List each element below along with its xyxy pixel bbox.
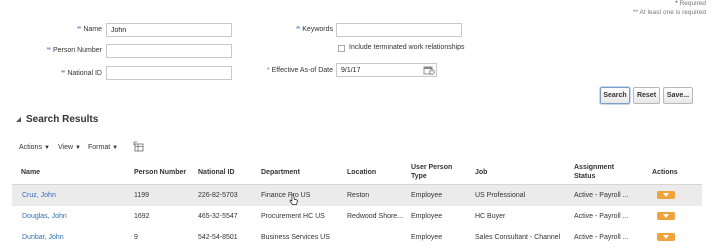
at-least-one-note: ** At least one is required [633,9,706,16]
format-menu[interactable]: Format ▼ [88,144,118,151]
person-name-link[interactable]: Cruz, John [22,185,56,206]
view-menu[interactable]: View ▼ [58,144,81,151]
person-name-link[interactable]: Dunbar, John [22,227,64,248]
person-number-cell: 1692 [134,213,150,220]
keywords-required-marker: ** [295,26,301,33]
column-header-user-person-type[interactable]: User Person Type [411,163,466,181]
name-input[interactable] [106,23,232,37]
table-row[interactable]: Dunbar, John 9 542-54-8501 Business Serv… [12,227,702,248]
column-header-name[interactable]: Name [21,168,40,177]
row-actions-menu-icon[interactable] [657,212,675,220]
table-row[interactable]: Cruz, John 1199 226-82-5703 Finance Pro … [12,184,702,207]
user-person-type-cell: Employee [411,192,443,199]
job-cell: Sales Consultant - Channel [475,234,561,241]
national-id-input[interactable] [106,66,232,80]
effective-date-label: * Effective As-of Date [266,67,333,74]
effective-date-input[interactable] [336,63,437,77]
column-header-national-id[interactable]: National ID [198,168,235,177]
column-header-person-number[interactable]: Person Number [134,168,186,177]
person-number-input[interactable] [106,44,232,58]
column-header-department[interactable]: Department [261,168,300,177]
calendar-icon[interactable] [423,65,435,75]
required-note: * Required [675,0,706,8]
include-terminated-label: Include terminated work relationships [349,44,465,51]
assignment-status-cell: Active - Payroll ... [574,234,629,241]
mouse-pointer-icon [289,194,299,206]
name-label: ** Name [76,26,102,33]
job-cell: US Professional [475,192,526,199]
reset-button[interactable]: Reset [633,87,660,104]
chevron-down-icon: ▼ [112,145,119,151]
required-text: Required [679,0,706,7]
department-cell: Finance Pro US [261,192,311,199]
national-id-cell: 226-82-5703 [198,192,238,199]
save-button[interactable]: Save... [663,87,693,104]
department-cell: Business Services US [261,234,330,241]
national-id-cell: 542-54-8501 [198,234,238,241]
keywords-label: ** Keywords [295,26,333,33]
detach-table-icon[interactable] [133,141,145,152]
national-id-cell: 465-32-5547 [198,213,238,220]
person-number-label: ** Person Number [46,47,102,54]
person-name-link[interactable]: Douglas, John [22,206,67,227]
include-terminated-checkbox[interactable] [338,45,345,52]
column-header-assignment-status[interactable]: Assignment Status [574,163,624,181]
location-cell: Redwood Shore... [347,213,404,220]
row-actions-menu-icon[interactable] [657,191,675,199]
job-cell: HC Buyer [475,213,506,220]
collapse-triangle-icon[interactable] [16,117,22,123]
person-number-cell: 1199 [134,192,150,199]
required-star: * [675,0,678,7]
assignment-status-cell: Active - Payroll ... [574,213,629,220]
person-number-required-marker: ** [46,47,52,54]
actions-menu[interactable]: Actions ▼ [19,144,50,151]
column-header-location[interactable]: Location [347,168,376,177]
chevron-down-icon: ▼ [75,145,81,151]
column-header-job[interactable]: Job [475,168,487,177]
chevron-down-icon: ▼ [43,145,50,151]
person-number-cell: 9 [134,234,138,241]
user-person-type-cell: Employee [411,234,443,241]
search-results-title: Search Results [26,114,99,125]
row-actions-menu-icon[interactable] [657,233,675,241]
effective-date-required-marker: * [266,67,270,74]
national-id-label: ** National ID [60,70,102,77]
search-button[interactable]: Search [600,87,630,104]
keywords-input[interactable] [336,23,462,37]
department-cell: Procurement HC US [261,213,325,220]
column-header-actions[interactable]: Actions [652,168,678,177]
national-id-required-marker: ** [60,70,66,77]
location-cell: Reston [347,192,370,199]
user-person-type-cell: Employee [411,213,443,220]
table-row[interactable]: Douglas, John 1692 465-32-5547 Procureme… [12,206,702,228]
name-required-marker: ** [76,26,82,33]
assignment-status-cell: Active - Payroll ... [574,192,629,199]
